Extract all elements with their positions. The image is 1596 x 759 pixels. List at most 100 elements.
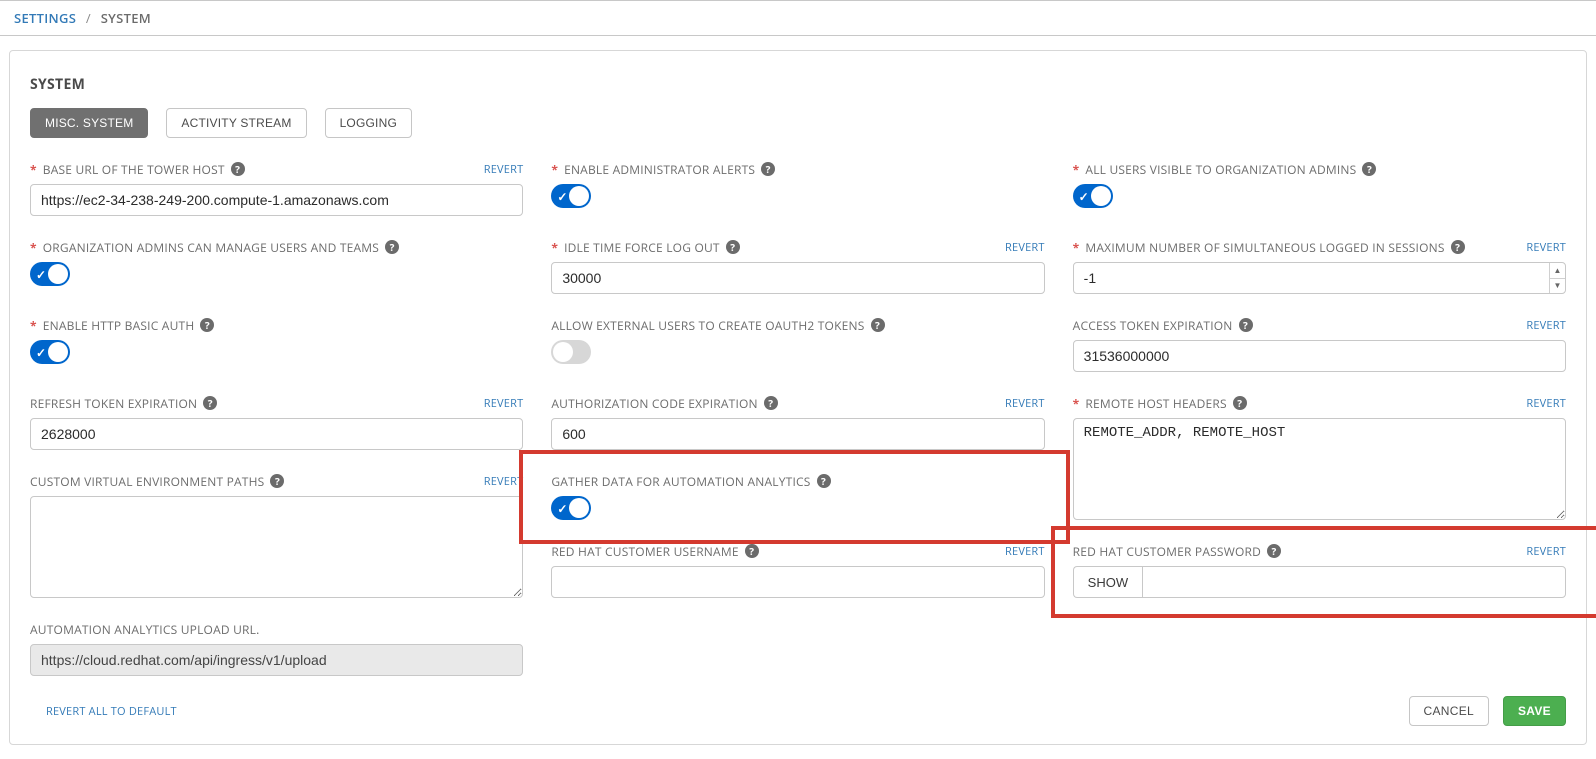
input-rh-username[interactable] (551, 566, 1044, 598)
revert-rh-username[interactable]: REVERT (1005, 544, 1045, 559)
required-marker: * (1073, 161, 1080, 178)
revert-base-url[interactable]: REVERT (484, 162, 524, 177)
tab-activity-stream[interactable]: ACTIVITY STREAM (166, 108, 306, 138)
spinner-max-sessions[interactable]: ▲▼ (1549, 263, 1565, 293)
help-icon[interactable]: ? (270, 474, 284, 488)
help-icon[interactable]: ? (1362, 162, 1376, 176)
field-all-users-visible: * ALL USERS VISIBLE TO ORGANIZATION ADMIN… (1073, 160, 1566, 216)
label-oauth-external: ALLOW EXTERNAL USERS TO CREATE OAUTH2 TO… (551, 317, 864, 334)
help-icon[interactable]: ? (231, 162, 245, 176)
breadcrumb-separator: / (80, 9, 97, 27)
required-marker: * (1073, 395, 1080, 412)
input-max-sessions[interactable] (1073, 262, 1566, 294)
field-http-basic: * ENABLE HTTP BASIC AUTH? (30, 316, 523, 372)
panel-footer: REVERT ALL TO DEFAULT CANCEL SAVE (30, 696, 1566, 726)
breadcrumb-settings-link[interactable]: SETTINGS (14, 9, 76, 27)
label-auth-code-exp: AUTHORIZATION CODE EXPIRATION (551, 395, 757, 412)
chevron-down-icon[interactable]: ▼ (1550, 279, 1565, 294)
toggle-oauth-external[interactable] (551, 340, 591, 364)
field-idle-logout: * IDLE TIME FORCE LOG OUT? REVERT (551, 238, 1044, 294)
label-analytics-url: AUTOMATION ANALYTICS UPLOAD URL. (30, 621, 259, 638)
input-access-token-exp[interactable] (1073, 340, 1566, 372)
revert-auth-code-exp[interactable]: REVERT (1005, 396, 1045, 411)
input-custom-venv[interactable] (30, 496, 523, 598)
required-marker: * (30, 239, 37, 256)
label-idle-logout: IDLE TIME FORCE LOG OUT (564, 239, 720, 256)
input-refresh-token-exp[interactable] (30, 418, 523, 450)
input-base-url[interactable] (30, 184, 523, 216)
label-gather-analytics: GATHER DATA FOR AUTOMATION ANALYTICS (551, 473, 810, 490)
label-http-basic: ENABLE HTTP BASIC AUTH (43, 317, 195, 334)
field-rh-password: RED HAT CUSTOMER PASSWORD? REVERT SHOW (1073, 542, 1566, 598)
help-icon[interactable]: ? (1451, 240, 1465, 254)
field-max-sessions: * MAXIMUM NUMBER OF SIMULTANEOUS LOGGED I… (1073, 238, 1566, 294)
help-icon[interactable]: ? (726, 240, 740, 254)
label-max-sessions: MAXIMUM NUMBER OF SIMULTANEOUS LOGGED IN… (1085, 239, 1444, 256)
label-remote-host-headers: REMOTE HOST HEADERS (1085, 395, 1226, 412)
label-admin-alerts: ENABLE ADMINISTRATOR ALERTS (564, 161, 755, 178)
required-marker: * (551, 239, 558, 256)
tab-logging[interactable]: LOGGING (325, 108, 412, 138)
breadcrumb: SETTINGS / SYSTEM (0, 0, 1596, 36)
help-icon[interactable]: ? (745, 544, 759, 558)
input-analytics-url (30, 644, 523, 676)
revert-remote-host-headers[interactable]: REVERT (1526, 396, 1566, 411)
field-refresh-token-exp: REFRESH TOKEN EXPIRATION? REVERT (30, 394, 523, 450)
toggle-all-users-visible[interactable] (1073, 184, 1113, 208)
input-idle-logout[interactable] (551, 262, 1044, 294)
field-custom-venv: CUSTOM VIRTUAL ENVIRONMENT PATHS? REVERT (30, 472, 523, 598)
toggle-org-admins-manage[interactable] (30, 262, 70, 286)
label-refresh-token-exp: REFRESH TOKEN EXPIRATION (30, 395, 197, 412)
help-icon[interactable]: ? (817, 474, 831, 488)
label-base-url: BASE URL OF THE TOWER HOST (43, 161, 225, 178)
revert-idle-logout[interactable]: REVERT (1005, 240, 1045, 255)
help-icon[interactable]: ? (871, 318, 885, 332)
toggle-gather-analytics[interactable] (551, 496, 591, 520)
input-rh-password[interactable] (1142, 566, 1566, 598)
highlight-box-icon (519, 450, 1069, 544)
help-icon[interactable]: ? (1267, 544, 1281, 558)
field-analytics-url: AUTOMATION ANALYTICS UPLOAD URL. (30, 620, 523, 676)
revert-refresh-token-exp[interactable]: REVERT (484, 396, 524, 411)
tabs: MISC. SYSTEM ACTIVITY STREAM LOGGING (30, 108, 1566, 138)
field-admin-alerts: * ENABLE ADMINISTRATOR ALERTS? (551, 160, 1044, 216)
chevron-up-icon[interactable]: ▲ (1550, 263, 1565, 279)
help-icon[interactable]: ? (1233, 396, 1247, 410)
field-org-admins-manage: * ORGANIZATION ADMINS CAN MANAGE USERS AN… (30, 238, 523, 294)
help-icon[interactable]: ? (1239, 318, 1253, 332)
show-password-button[interactable]: SHOW (1073, 566, 1142, 598)
save-button[interactable]: SAVE (1503, 696, 1566, 726)
input-auth-code-exp[interactable] (551, 418, 1044, 450)
label-access-token-exp: ACCESS TOKEN EXPIRATION (1073, 317, 1233, 334)
help-icon[interactable]: ? (385, 240, 399, 254)
input-remote-host-headers[interactable] (1073, 418, 1566, 520)
tab-misc-system[interactable]: MISC. SYSTEM (30, 108, 148, 138)
toggle-http-basic[interactable] (30, 340, 70, 364)
revert-rh-password[interactable]: REVERT (1526, 544, 1566, 559)
help-icon[interactable]: ? (203, 396, 217, 410)
required-marker: * (1073, 239, 1080, 256)
revert-access-token-exp[interactable]: REVERT (1526, 318, 1566, 333)
help-icon[interactable]: ? (764, 396, 778, 410)
label-custom-venv: CUSTOM VIRTUAL ENVIRONMENT PATHS (30, 473, 264, 490)
cancel-button[interactable]: CANCEL (1409, 696, 1489, 726)
label-rh-password: RED HAT CUSTOMER PASSWORD (1073, 543, 1261, 560)
field-auth-code-exp: AUTHORIZATION CODE EXPIRATION? REVERT (551, 394, 1044, 450)
label-all-users-visible: ALL USERS VISIBLE TO ORGANIZATION ADMINS (1085, 161, 1356, 178)
help-icon[interactable]: ? (200, 318, 214, 332)
system-panel: SYSTEM MISC. SYSTEM ACTIVITY STREAM LOGG… (9, 50, 1587, 745)
field-access-token-exp: ACCESS TOKEN EXPIRATION? REVERT (1073, 316, 1566, 372)
required-marker: * (30, 317, 37, 334)
field-oauth-external: ALLOW EXTERNAL USERS TO CREATE OAUTH2 TO… (551, 316, 1044, 372)
field-base-url: *BASE URL OF THE TOWER HOST? REVERT (30, 160, 523, 216)
help-icon[interactable]: ? (761, 162, 775, 176)
label-rh-username: RED HAT CUSTOMER USERNAME (551, 543, 738, 560)
revert-custom-venv[interactable]: REVERT (484, 474, 524, 489)
panel-title: SYSTEM (30, 75, 1566, 94)
toggle-admin-alerts[interactable] (551, 184, 591, 208)
label-org-admins-manage: ORGANIZATION ADMINS CAN MANAGE USERS AND… (43, 239, 379, 256)
revert-all-button[interactable]: REVERT ALL TO DEFAULT (30, 704, 177, 719)
revert-max-sessions[interactable]: REVERT (1526, 240, 1566, 255)
breadcrumb-current: SYSTEM (101, 9, 151, 27)
required-marker: * (551, 161, 558, 178)
